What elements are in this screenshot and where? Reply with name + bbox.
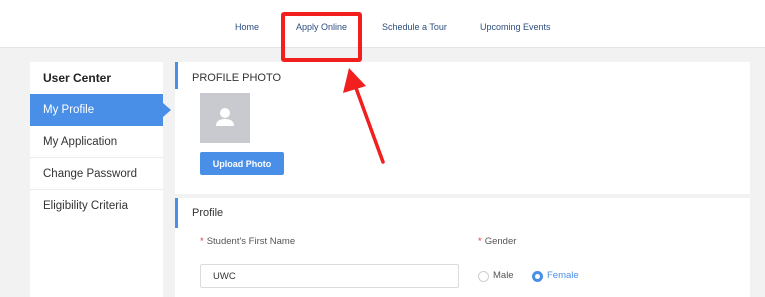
required-mark: * [200, 236, 204, 247]
gender-label-text: Gender [484, 236, 517, 247]
gender-male-radio[interactable] [478, 271, 489, 282]
profile-title: Profile [192, 207, 224, 219]
sidebar-item-change-password[interactable]: Change Password [30, 158, 163, 190]
gender-label: * Gender [478, 236, 516, 247]
first-name-label-text: Student's First Name [206, 236, 296, 247]
sidebar-title: User Center [43, 71, 112, 85]
nav-schedule-tour-link[interactable]: Schedule a Tour [382, 22, 447, 32]
user-placeholder-icon [216, 108, 234, 126]
profile-photo-title: PROFILE PHOTO [192, 72, 282, 84]
upload-photo-button[interactable]: Upload Photo [200, 152, 284, 175]
gender-female-radio[interactable] [532, 271, 543, 282]
profile-photo-panel: PROFILE PHOTO Upload Photo [175, 62, 750, 194]
profile-panel: Profile *Student's First Name *Gender Ma… [175, 198, 750, 297]
gender-male-label[interactable]: Male [493, 270, 514, 281]
first-name-label: * Student's First Name [200, 236, 295, 247]
required-mark: * [478, 236, 482, 247]
nav-home-link[interactable]: Home [235, 22, 259, 32]
panel-accent-bar [175, 62, 178, 89]
annotation-highlight-box [281, 12, 362, 62]
sidebar: User Center My Profile My Application Ch… [30, 62, 171, 297]
nav-upcoming-events-link[interactable]: Upcoming Events [480, 22, 551, 32]
gender-female-label[interactable]: Female [547, 270, 579, 281]
panel-accent-bar [175, 198, 178, 228]
avatar [200, 93, 250, 143]
sidebar-item-eligibility-criteria[interactable]: Eligibility Criteria [30, 190, 163, 222]
sidebar-item-my-profile[interactable]: My Profile [30, 94, 171, 126]
sidebar-item-my-application[interactable]: My Application [30, 126, 163, 158]
first-name-input[interactable] [200, 264, 459, 288]
top-nav: Home Apply Online Schedule a Tour Upcomi… [0, 0, 765, 48]
